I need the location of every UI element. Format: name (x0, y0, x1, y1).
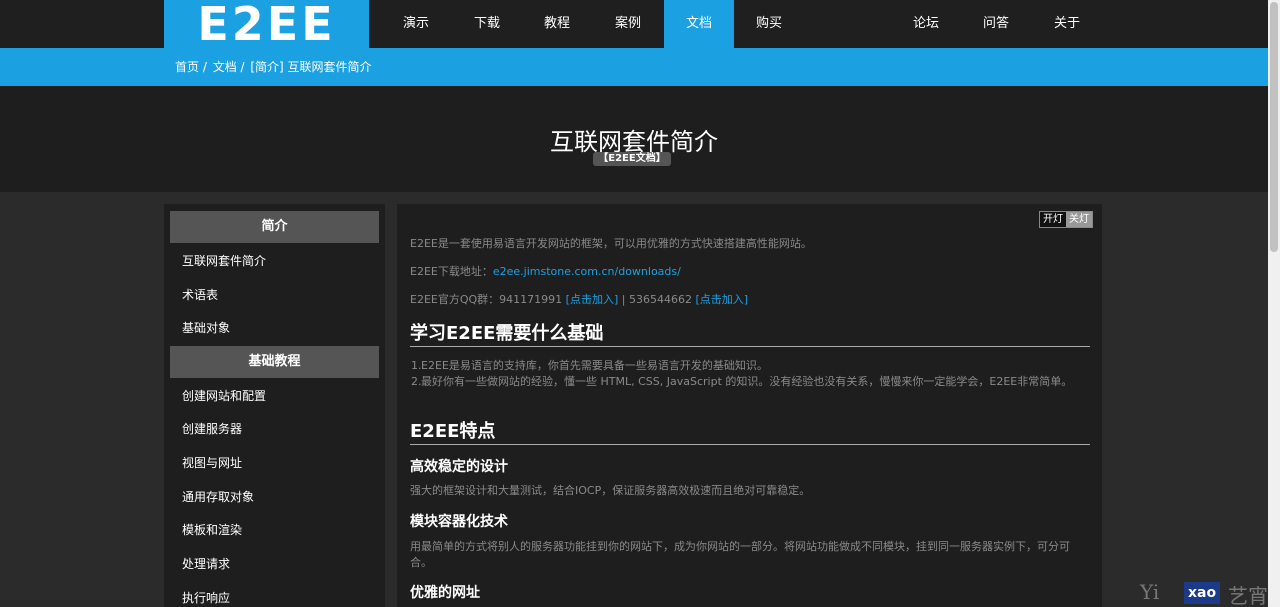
nav-qa[interactable]: 问答 (961, 0, 1031, 48)
qq-join-link-1[interactable]: [点击加入] (566, 293, 619, 306)
feature-2-title: 模块容器化技术 (410, 514, 508, 530)
qq-join-link-2[interactable]: [点击加入] (695, 293, 748, 306)
qq-mid: | 536544662 (618, 293, 696, 306)
sidebar-item-views-urls[interactable]: 视图与网址 (182, 455, 242, 471)
feature-2-desc: 用最简单的方式将别人的服务器功能挂到你的网站下，成为你网站的一部分。将网站功能做… (410, 540, 1070, 569)
breadcrumb: 首页 / 文档 / [简介] 互联网套件简介 (175, 48, 374, 86)
sidebar-item-access-object[interactable]: 通用存取对象 (182, 489, 254, 505)
basics-item-1-text: E2EE是易语言的支持库，你首先需要具备一些易语言开发的基础知识。 (421, 359, 768, 372)
breadcrumb-bar: 首页 / 文档 / [简介] 互联网套件简介 (0, 48, 1268, 86)
basics-item-2: 2. 最好你有一些做网站的经验，懂一些 HTML, CSS, JavaScript… (411, 375, 1073, 388)
sidebar-item-responses[interactable]: 执行响应 (182, 590, 230, 606)
qq-line: E2EE官方QQ群：941171991 [点击加入] | 536544662 [… (410, 292, 1090, 308)
light-off-button[interactable]: 关灯 (1066, 212, 1092, 227)
breadcrumb-current[interactable]: [简介] 互联网套件简介 (250, 60, 371, 74)
doc-sidebar: 简介 互联网套件简介 术语表 基础对象 基础教程 创建网站和配置 创建服务器 视… (164, 204, 385, 607)
basics-item-2-text: 最好你有一些做网站的经验，懂一些 HTML, CSS, JavaScript 的… (421, 375, 1073, 388)
site-logo[interactable]: E2EE (164, 0, 369, 48)
doc-badge: 【E2EE文档】 (593, 152, 671, 166)
nav-download[interactable]: 下载 (452, 0, 522, 48)
doc-content: 开灯 关灯 E2EE是一套使用易语言开发网站的框架，可以用优雅的方式快速搭建高性… (397, 204, 1102, 607)
feature-3-title: 优雅的网址 (410, 585, 480, 601)
logo-text: E2EE (197, 0, 336, 51)
download-label: E2EE下载地址： (410, 265, 493, 278)
sidebar-heading-basic-tutorial[interactable]: 基础教程 (170, 346, 379, 378)
nav-docs[interactable]: 文档 (664, 0, 734, 48)
light-on-button[interactable]: 开灯 (1040, 212, 1066, 227)
top-nav: E2EE 演示 下载 教程 案例 文档 购买 论坛 问答 关于 (0, 0, 1268, 48)
heading-basics: 学习E2EE需要什么基础 (410, 323, 1090, 347)
download-link[interactable]: e2ee.jimstone.com.cn/downloads/ (493, 265, 681, 278)
intro-text: E2EE是一套使用易语言开发网站的框架，可以用优雅的方式快速搭建高性能网站。 (410, 237, 812, 250)
page-hero: 互联网套件简介 【E2EE文档】 (0, 86, 1268, 192)
sidebar-item-glossary[interactable]: 术语表 (182, 287, 218, 303)
heading-features: E2EE特点 (410, 421, 1090, 445)
watermark-xiao: xao (1184, 582, 1221, 604)
feature-1-desc: 强大的框架设计和大量测试，结合IOCP，保证服务器高效极速而且绝对可靠稳定。 (410, 484, 811, 497)
nav-about[interactable]: 关于 (1032, 0, 1102, 48)
nav-demo[interactable]: 演示 (381, 0, 451, 48)
sidebar-item-create-server[interactable]: 创建服务器 (182, 421, 242, 437)
download-line: E2EE下载地址：e2ee.jimstone.com.cn/downloads/ (410, 264, 1090, 280)
sidebar-item-base-objects[interactable]: 基础对象 (182, 320, 230, 336)
sidebar-item-templates[interactable]: 模板和渲染 (182, 522, 242, 538)
page-scrollbar[interactable] (1268, 0, 1280, 607)
light-toggle: 开灯 关灯 (1039, 211, 1093, 228)
qq-prefix: E2EE官方QQ群：941171991 (410, 293, 566, 306)
basics-item-1: 1. E2EE是易语言的支持库，你首先需要具备一些易语言开发的基础知识。 (411, 359, 768, 372)
watermark-yi: Yi (1140, 580, 1160, 604)
watermark-logo: Yi xao 艺宵 (1140, 580, 1280, 607)
nav-forum[interactable]: 论坛 (891, 0, 961, 48)
sidebar-item-suite-intro[interactable]: 互联网套件简介 (182, 253, 266, 269)
sidebar-item-create-site[interactable]: 创建网站和配置 (182, 388, 266, 404)
breadcrumb-home[interactable]: 首页 / (175, 60, 207, 74)
breadcrumb-docs[interactable]: 文档 / (213, 60, 245, 74)
nav-buy[interactable]: 购买 (734, 0, 804, 48)
sidebar-item-requests[interactable]: 处理请求 (182, 556, 230, 572)
scrollbar-thumb[interactable] (1270, 2, 1278, 252)
nav-tutorial[interactable]: 教程 (522, 0, 592, 48)
feature-1-title: 高效稳定的设计 (410, 459, 508, 475)
sidebar-heading-intro[interactable]: 简介 (170, 211, 379, 243)
watermark-cn: 艺宵 (1228, 584, 1268, 607)
nav-cases[interactable]: 案例 (593, 0, 663, 48)
